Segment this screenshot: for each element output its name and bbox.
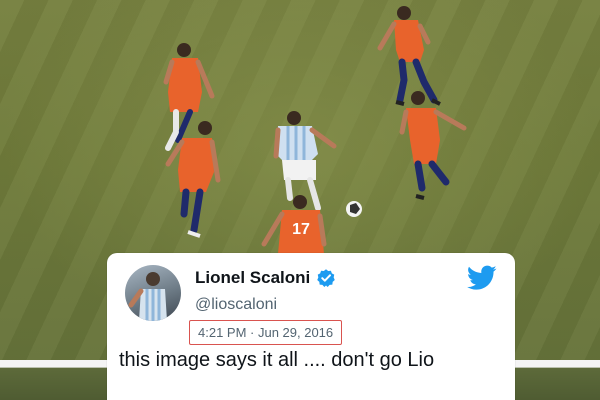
display-name-row: Lionel Scaloni — [195, 268, 336, 288]
chile-player — [399, 91, 467, 200]
jersey-number: 17 — [292, 221, 310, 238]
tweet-card: Lionel Scaloni @lioscaloni 4:21 PM · Jun… — [107, 253, 515, 400]
twitter-bird-icon[interactable] — [467, 265, 497, 291]
meme-image: 17 Lionel Scaloni @lioscaloni 4:21 PM · — [0, 0, 600, 400]
verified-badge-icon — [317, 269, 335, 287]
display-name[interactable]: Lionel Scaloni — [195, 268, 310, 288]
chile-player — [377, 6, 441, 106]
tweet-text: this image says it all .... don't go Lio — [119, 349, 435, 371]
user-handle[interactable]: @lioscaloni — [195, 296, 277, 314]
avatar-photo — [128, 272, 167, 321]
tweet-timestamp[interactable]: 4:21 PM · Jun 29, 2016 — [189, 320, 343, 345]
football-ball — [346, 201, 362, 217]
argentina-player — [273, 111, 337, 211]
avatar[interactable] — [125, 265, 181, 321]
